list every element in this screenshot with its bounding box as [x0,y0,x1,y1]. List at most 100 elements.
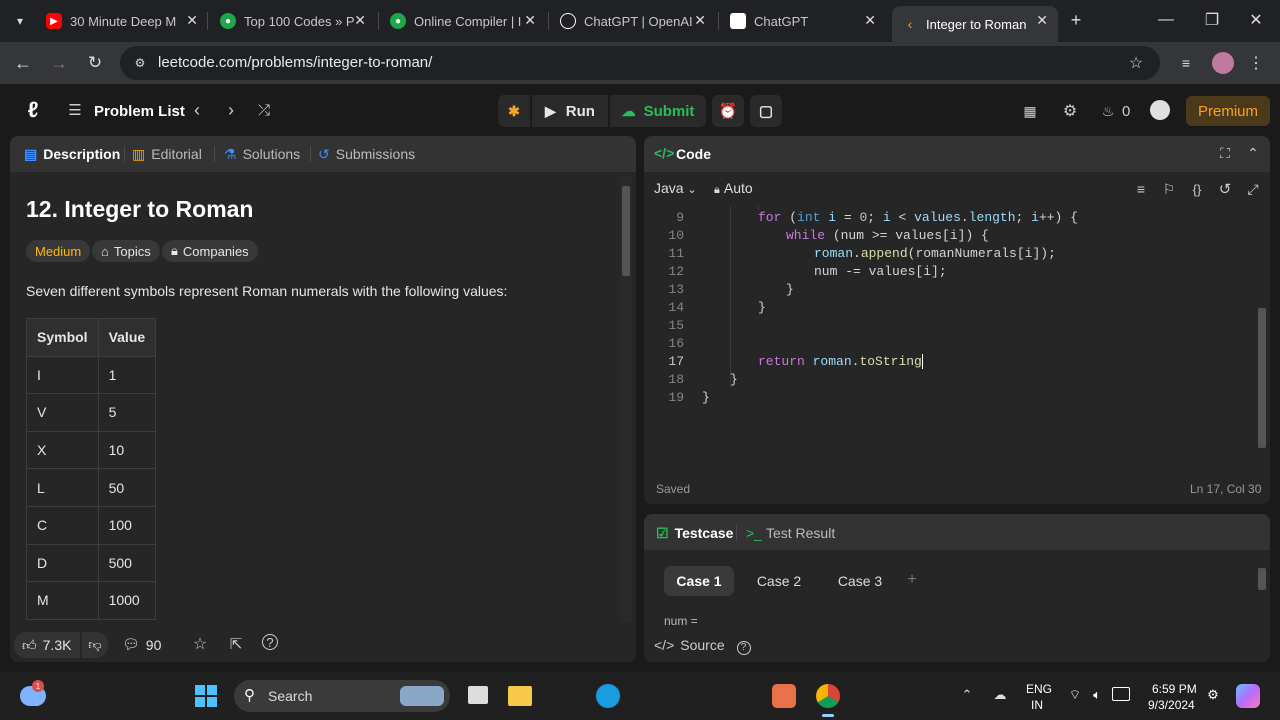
minimize-icon[interactable]: — [1156,10,1176,30]
case-tab[interactable]: Case 3 [825,566,895,596]
onedrive-icon[interactable]: ☁ [990,686,1010,704]
edge-icon[interactable] [596,684,620,708]
close-window-icon[interactable]: ✕ [1246,10,1266,30]
table-row: X 10 [26,430,157,470]
close-tab-icon[interactable]: ✕ [1036,12,1048,29]
share-icon[interactable]: ⇱ [226,634,246,654]
streak-flame-icon[interactable]: ♨ [1100,101,1116,121]
taskbar-search[interactable]: ⚲ Search [234,680,450,712]
tab-solutions[interactable]: ⚗ Solutions [224,146,300,163]
timer-button[interactable]: ⏰ [712,95,744,127]
close-tab-icon[interactable]: ✕ [186,12,198,29]
case-tab-active[interactable]: Case 1 [664,566,734,596]
settings-gear-icon[interactable]: ⚙ [1060,101,1080,121]
new-tab-icon[interactable]: + [1066,10,1086,30]
browser-tab[interactable]: ChatGPT ✕ [730,6,876,36]
tab-test-result[interactable]: >_ Test Result [746,525,835,541]
browser-tab[interactable]: ● Top 100 Codes » P ✕ [220,6,366,36]
reload-icon[interactable]: ↻ [84,52,106,74]
code-scrollbar[interactable] [1256,208,1268,458]
browser-tab[interactable]: ● Online Compiler | I ✕ [390,6,536,36]
play-icon: ▶ [545,102,556,119]
volume-icon[interactable]: 🔈︎ [1088,686,1106,704]
help-icon[interactable]: ? [262,634,278,650]
tab-search-dropdown-icon[interactable]: ▾ [10,12,30,30]
code-editor[interactable]: 9 10 11 12 13 14 15 16 17 18 19 for (int… [644,206,1254,474]
browser-tab[interactable]: ChatGPT | OpenAI ✕ [560,6,706,36]
code-header: </> Code ⛶ ⌃ [644,136,1270,172]
browser-tab[interactable]: ▶ 30 Minute Deep M ✕ [46,6,198,36]
copilot-icon[interactable] [1236,684,1260,708]
description-scrollbar[interactable] [620,176,632,622]
openai-icon [560,13,576,29]
shuffle-icon[interactable]: ⤮ [254,100,274,120]
topics-chip[interactable]: ⌂ Topics [92,240,160,262]
table-cell: C [26,505,99,545]
user-avatar[interactable] [1150,100,1170,120]
testcase-scrollbar[interactable] [1256,554,1268,626]
problem-list-link[interactable]: Problem List [94,103,185,120]
source-link[interactable]: </> Source ? [654,637,751,655]
dislike-button[interactable]: 👎︎ [82,632,108,658]
line-number: 19 [668,390,684,405]
close-tab-icon[interactable]: ✕ [864,12,876,29]
app-icon[interactable] [772,684,796,708]
file-explorer-icon[interactable] [508,686,532,706]
premium-button[interactable]: Premium [1186,96,1270,126]
clock-time[interactable]: 6:59 PM [1152,682,1197,696]
site-info-icon[interactable]: ⚙ [132,55,148,71]
debug-button[interactable]: ✱ [498,95,530,127]
profile-avatar[interactable] [1212,52,1234,74]
search-highlight-icon [400,686,444,706]
format-icon[interactable]: ≡ [1132,180,1150,198]
run-button[interactable]: ▶ Run [532,95,608,127]
table-cell: 5 [97,393,157,432]
language-indicator[interactable]: ENG [1026,682,1052,696]
browser-tab-active[interactable]: ‹ Integer to Roman ✕ [892,6,1058,42]
bookmark-star-icon[interactable]: ☆ [1126,53,1146,73]
back-icon[interactable]: ← [12,52,34,74]
tab-submissions[interactable]: ↺ Submissions [318,146,415,163]
forward-icon[interactable]: → [48,52,70,74]
task-view-icon[interactable] [468,686,488,704]
companies-chip[interactable]: 🔒︎ Companies [162,240,258,262]
comments-button[interactable]: 💬︎ 90 [122,636,161,653]
media-controls-icon[interactable]: ≡ [1176,54,1196,72]
like-button[interactable]: 👍︎ 7.3K [14,632,80,658]
close-tab-icon[interactable]: ✕ [694,12,706,29]
restore-icon[interactable]: ❐ [1202,10,1222,30]
chrome-icon[interactable] [816,684,840,708]
close-tab-icon[interactable]: ✕ [354,12,366,29]
address-bar[interactable]: ⚙ leetcode.com/problems/integer-to-roman… [120,46,1160,80]
browser-menu-icon[interactable]: ⋮ [1248,53,1264,73]
difficulty-badge[interactable]: Medium [26,240,91,262]
start-windows-icon[interactable] [195,685,217,707]
reset-icon[interactable]: ↺ [1216,180,1234,198]
submit-button[interactable]: ☁ Submit [610,95,706,127]
battery-icon[interactable] [1112,687,1130,701]
braces-icon[interactable]: {} [1188,180,1206,198]
close-tab-icon[interactable]: ✕ [524,12,536,29]
tray-chevron-up-icon[interactable]: ⌃ [958,686,976,704]
search-label: Search [268,688,313,704]
line-number: 14 [668,300,684,315]
leetcode-logo-icon[interactable]: ℓ [22,97,44,122]
notifications-icon[interactable]: ⚙ [1204,686,1222,704]
language-select[interactable]: Java ⌄ [654,180,697,196]
maximize-icon[interactable]: ⛶ [1216,144,1234,162]
prev-problem-icon[interactable]: ‹ [188,100,206,120]
tab-description[interactable]: ▤ Description [24,146,120,163]
add-case-icon[interactable]: + [904,570,920,590]
notes-button[interactable]: ▢ [750,95,782,127]
favorite-star-icon[interactable]: ☆ [190,634,210,654]
case-tab[interactable]: Case 2 [744,566,814,596]
fullscreen-icon[interactable]: ⤢ [1244,180,1262,198]
auto-mode[interactable]: 🔒︎ Auto [714,180,753,197]
wifi-icon[interactable]: ⌔ [1066,686,1084,704]
next-problem-icon[interactable]: › [222,100,240,120]
tab-editorial[interactable]: ▥ Editorial [132,146,202,163]
layout-grid-icon[interactable]: ▦ [1020,101,1040,121]
collapse-icon[interactable]: ⌃ [1244,144,1262,162]
tab-testcase[interactable]: ☑ Testcase [656,525,733,542]
bookmark-icon[interactable]: ⚐ [1160,180,1178,198]
